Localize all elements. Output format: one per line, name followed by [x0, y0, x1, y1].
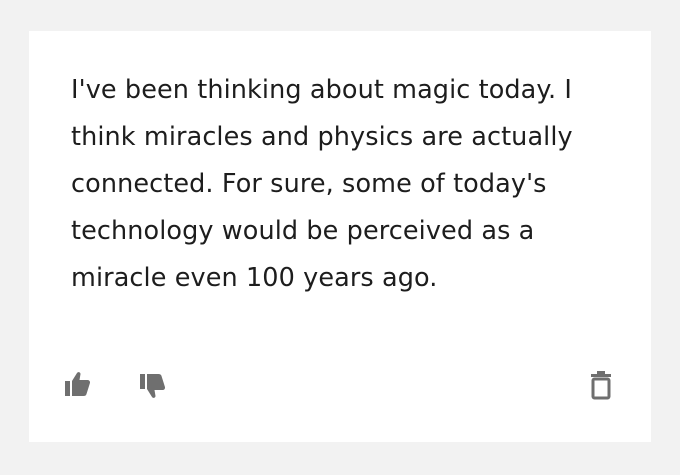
- message-text: I've been thinking about magic today. I …: [71, 75, 573, 293]
- trash-icon: [588, 370, 614, 400]
- delete-button[interactable]: [584, 368, 618, 402]
- dislike-button[interactable]: [136, 369, 170, 403]
- message-card: I've been thinking about magic today. I …: [29, 31, 651, 442]
- like-button[interactable]: [61, 367, 95, 401]
- thumbs-down-icon: [138, 372, 168, 400]
- thumbs-up-icon: [63, 370, 93, 398]
